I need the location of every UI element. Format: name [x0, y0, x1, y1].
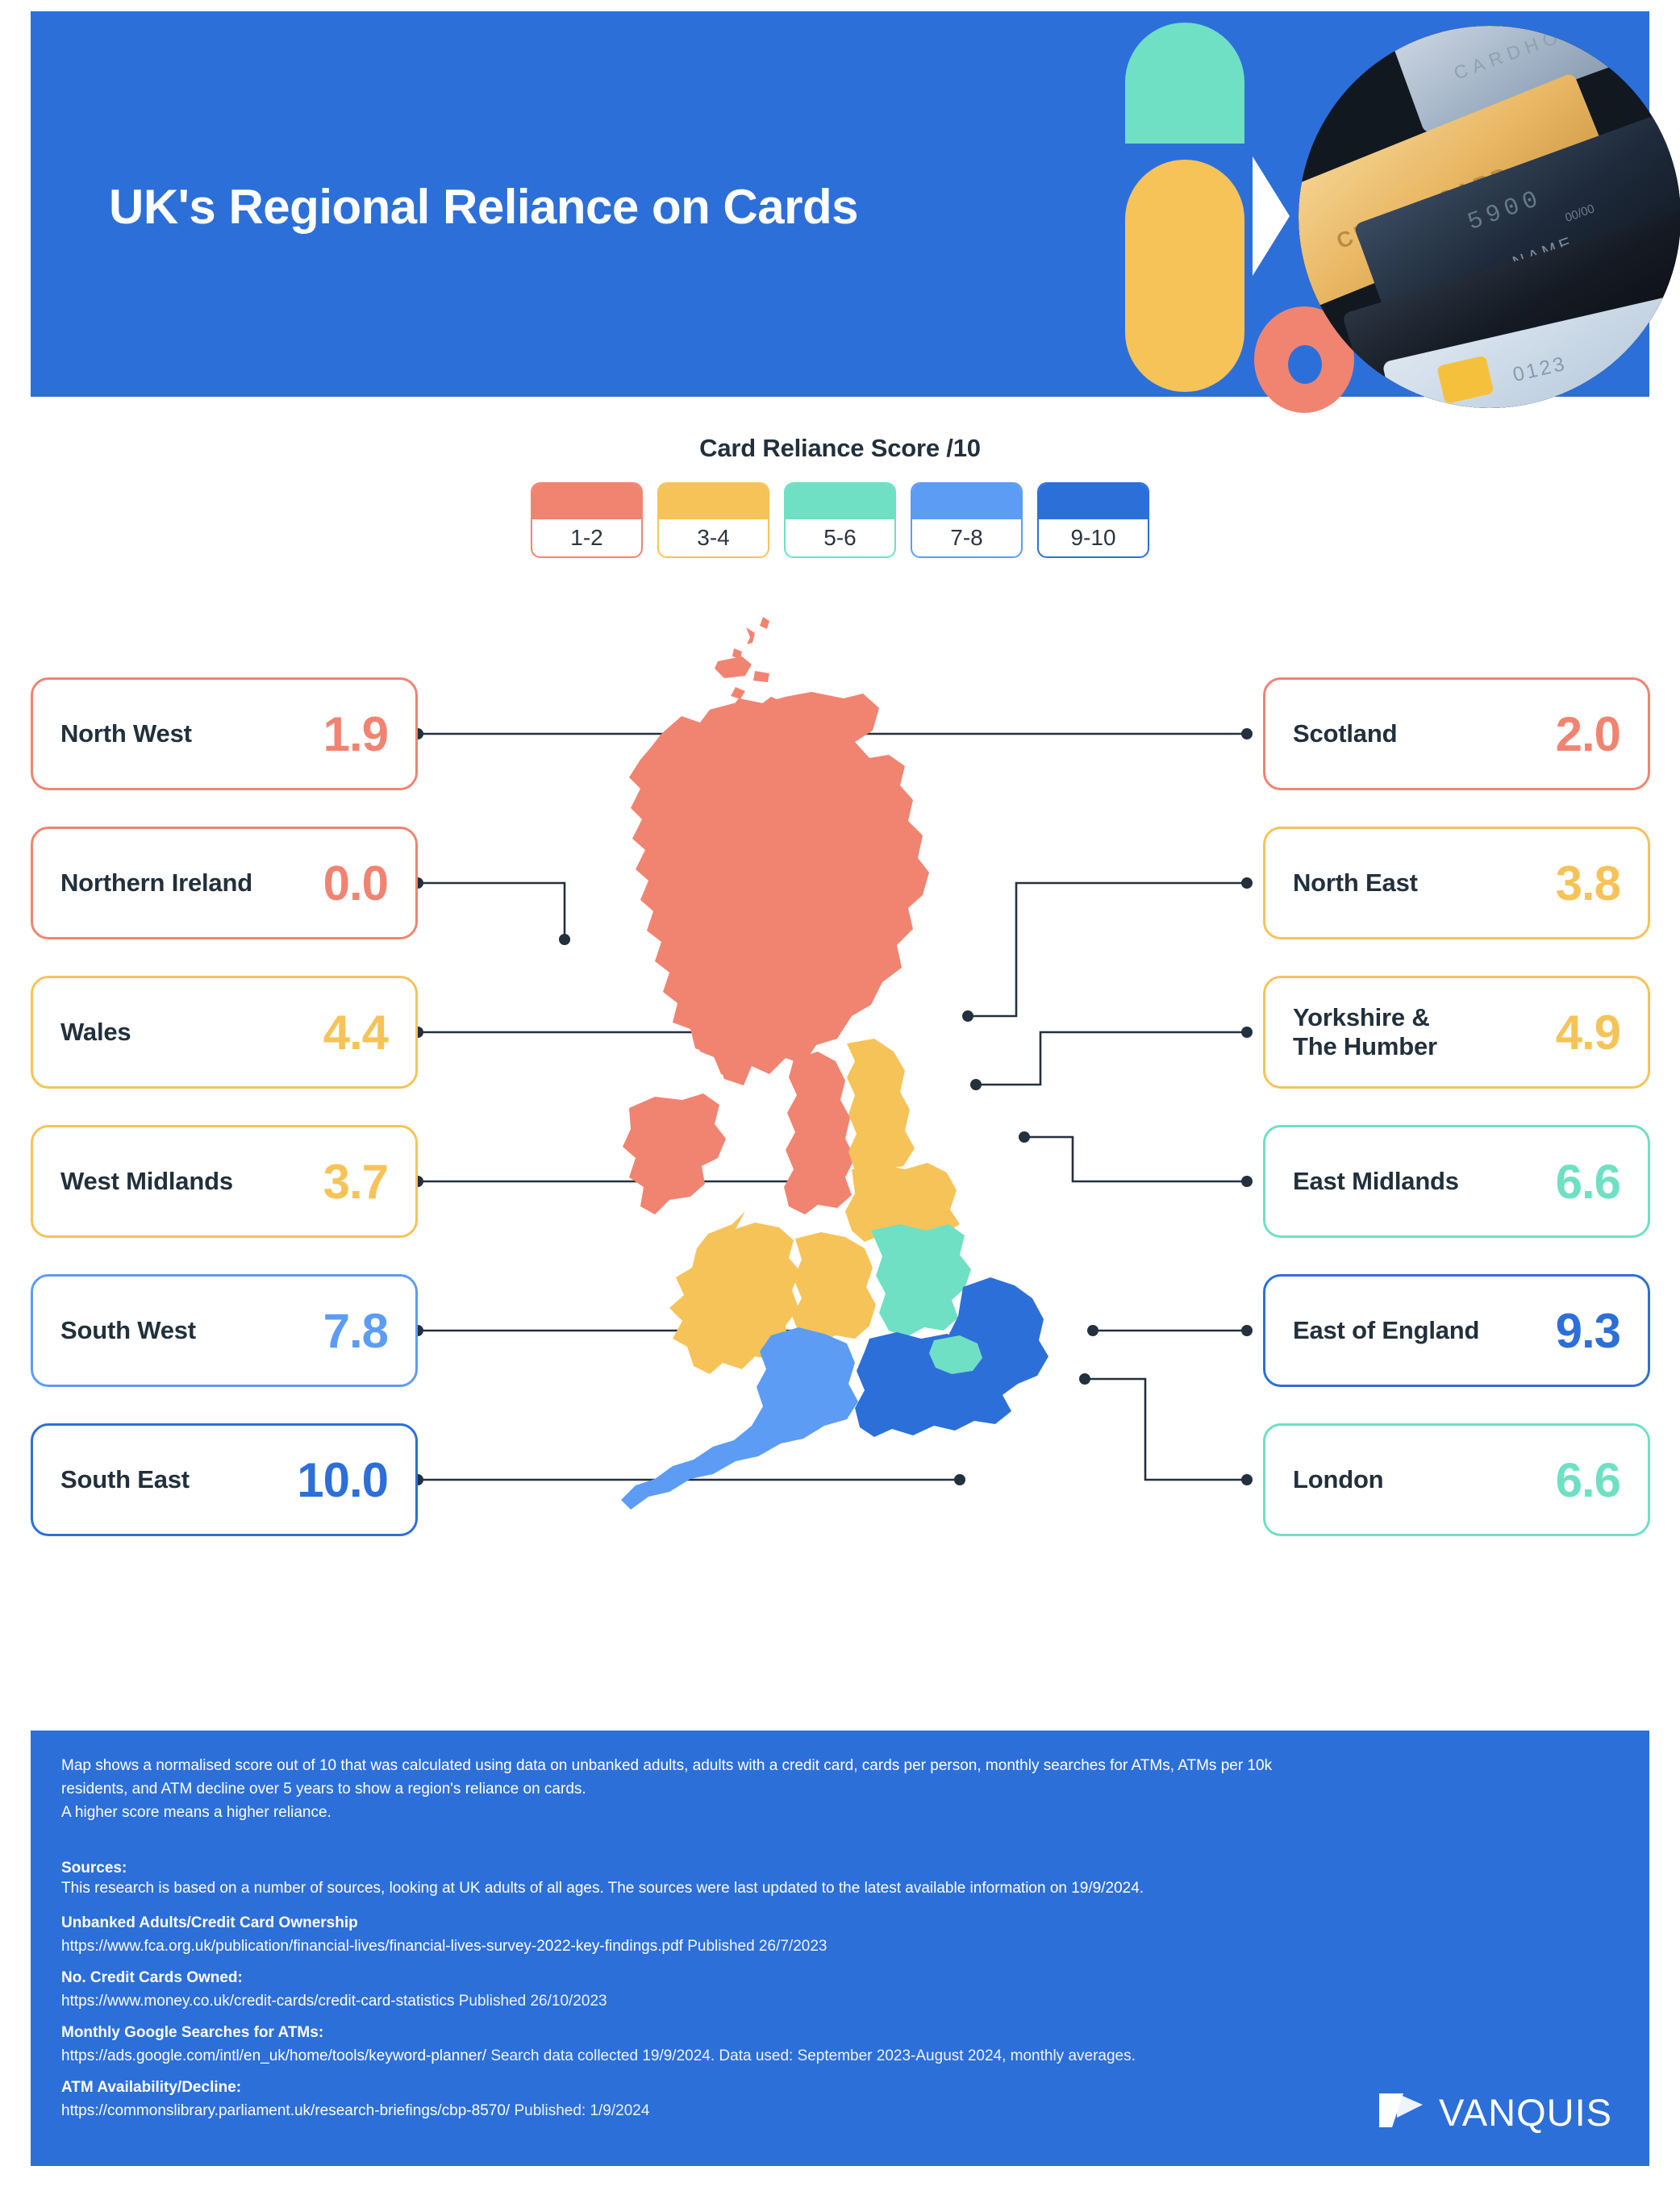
- region-card-london[interactable]: London 6.6: [1263, 1423, 1650, 1536]
- region-card-score: 7.8: [323, 1303, 389, 1358]
- teal-arch-decoration: [1125, 23, 1244, 144]
- map-region-northern-ireland[interactable]: [623, 1093, 726, 1214]
- legend-label: 3-4: [697, 525, 730, 550]
- vanquis-wordmark: VANQUIS: [1438, 2090, 1612, 2134]
- region-card-score: 10.0: [297, 1452, 389, 1507]
- source-link[interactable]: https://www.money.co.uk/credit-cards/cre…: [61, 1993, 1619, 2010]
- region-card-scotland[interactable]: Scotland 2.0: [1263, 677, 1650, 790]
- source-url[interactable]: https://ads.google.com/intl/en_uk/home/t…: [61, 2047, 486, 2064]
- region-card-label: South East: [60, 1465, 190, 1494]
- region-card-northern-ireland[interactable]: Northern Ireland 0.0: [31, 827, 418, 939]
- vanquis-logo: VANQUIS: [1376, 2087, 1612, 2137]
- methodology-line-2: residents, and ATM decline over 5 years …: [61, 1780, 586, 1797]
- legend-swatch: [786, 484, 894, 519]
- region-card-score: 4.9: [1555, 1005, 1621, 1060]
- region-card-score: 6.6: [1555, 1154, 1621, 1209]
- white-triangle-decoration: [1253, 156, 1290, 276]
- region-card-yorkshire-humber[interactable]: Yorkshire & The Humber 4.9: [1263, 976, 1650, 1089]
- map-region-north-west[interactable]: [784, 1052, 855, 1214]
- region-card-score: 2.0: [1555, 706, 1621, 761]
- source-url[interactable]: https://commonslibrary.parliament.uk/res…: [61, 2102, 510, 2119]
- region-card-score: 3.8: [1555, 856, 1621, 910]
- region-card-east-of-england[interactable]: East of England 9.3: [1263, 1274, 1650, 1387]
- map-region-scotland-body[interactable]: [657, 692, 929, 1085]
- legend-chip-7-8[interactable]: 7-8: [911, 482, 1023, 558]
- legend-swatch: [912, 484, 1021, 519]
- region-card-label: North East: [1293, 868, 1418, 898]
- region-card-label: Yorkshire & The Humber: [1293, 1003, 1437, 1060]
- region-card-label: Wales: [60, 1018, 131, 1047]
- region-card-label: London: [1293, 1465, 1384, 1494]
- legend-title: Card Reliance Score /10: [699, 434, 981, 462]
- legend-chip-3-4[interactable]: 3-4: [657, 482, 769, 558]
- region-card-score: 4.4: [323, 1005, 389, 1060]
- legend-chip-1-2[interactable]: 1-2: [531, 482, 643, 558]
- map-and-cards-section: North West 1.9 Northern Ireland 0.0 Wale…: [0, 617, 1680, 1726]
- legend-label: 5-6: [823, 525, 857, 550]
- footer-sources-panel: Map shows a normalised score out of 10 t…: [31, 1731, 1649, 2166]
- region-card-label: West Midlands: [60, 1167, 233, 1196]
- legend-chip-9-10[interactable]: 9-10: [1037, 482, 1149, 558]
- methodology-line-3: A higher score means a higher reliance.: [61, 1803, 331, 1821]
- sources-intro: This research is based on a number of so…: [61, 1879, 1144, 1897]
- map-region-north-east[interactable]: [847, 1039, 915, 1179]
- legend: Card Reliance Score /10 1-2 3-4 5-6 7-8 9-10: [0, 434, 1680, 558]
- methodology-line-1: Map shows a normalised score out of 10 t…: [61, 1757, 1273, 1774]
- region-card-score: 6.6: [1555, 1452, 1621, 1507]
- region-card-score: 0.0: [323, 856, 389, 910]
- source-url[interactable]: https://www.money.co.uk/credit-cards/cre…: [61, 1993, 454, 2010]
- region-card-label: South West: [60, 1316, 196, 1345]
- source-heading: No. Credit Cards Owned:: [61, 1968, 243, 1986]
- legend-swatch: [532, 484, 641, 519]
- legend-label: 7-8: [950, 525, 983, 550]
- uk-regions-map: [613, 613, 1113, 1661]
- region-card-score: 9.3: [1555, 1303, 1621, 1358]
- legend-items: 1-2 3-4 5-6 7-8 9-10: [0, 482, 1680, 558]
- region-card-score: 1.9: [323, 706, 389, 761]
- map-region-west-midlands[interactable]: [792, 1232, 876, 1343]
- region-card-north-east[interactable]: North East 3.8: [1263, 827, 1650, 939]
- legend-label: 1-2: [570, 525, 603, 550]
- region-card-south-east[interactable]: South East 10.0: [31, 1423, 418, 1536]
- sources-heading: Sources:: [61, 1859, 127, 1877]
- region-card-south-west[interactable]: South West 7.8: [31, 1274, 418, 1387]
- vanquis-mark-icon: [1378, 2093, 1423, 2127]
- source-note: Published: 1/9/2024: [514, 2101, 650, 2119]
- yellow-pill-decoration: [1125, 160, 1244, 392]
- legend-swatch: [659, 484, 768, 519]
- region-card-score: 3.7: [323, 1154, 389, 1209]
- legend-swatch: [1039, 484, 1148, 519]
- region-card-label: Scotland: [1293, 719, 1398, 748]
- region-card-label: East Midlands: [1293, 1167, 1459, 1196]
- region-card-label: Northern Ireland: [60, 868, 252, 898]
- legend-chip-5-6[interactable]: 5-6: [784, 482, 896, 558]
- region-card-wales[interactable]: Wales 4.4: [31, 976, 418, 1089]
- source-note: Published 26/10/2023: [458, 1992, 607, 2010]
- region-card-west-midlands[interactable]: West Midlands 3.7: [31, 1125, 418, 1238]
- source-link[interactable]: https://www.fca.org.uk/publication/finan…: [61, 1938, 1619, 1956]
- source-note: Search data collected 19/9/2024. Data us…: [490, 2047, 1136, 2064]
- source-link[interactable]: https://ads.google.com/intl/en_uk/home/t…: [61, 2047, 1619, 2065]
- coral-donut-hole: [1288, 345, 1322, 384]
- page-title: UK's Regional Reliance on Cards: [109, 180, 859, 234]
- region-card-label: East of England: [1293, 1316, 1480, 1345]
- source-url[interactable]: https://www.fca.org.uk/publication/finan…: [61, 1938, 683, 1955]
- region-card-east-midlands[interactable]: East Midlands 6.6: [1263, 1125, 1650, 1238]
- source-heading: Monthly Google Searches for ATMs:: [61, 2023, 324, 2041]
- source-heading: Unbanked Adults/Credit Card Ownership: [61, 1914, 358, 1931]
- map-region-east-midlands[interactable]: [871, 1224, 971, 1337]
- legend-label: 9-10: [1070, 525, 1116, 550]
- credit-cards-photo: CARDHOLDER N CREDIT CARD 5900 00/00 NAME: [1299, 26, 1680, 408]
- source-note: Published 26/7/2023: [687, 1937, 827, 1955]
- map-region-scotland[interactable]: [715, 617, 769, 699]
- region-card-north-west[interactable]: North West 1.9: [31, 677, 418, 790]
- region-card-label: North West: [60, 719, 192, 748]
